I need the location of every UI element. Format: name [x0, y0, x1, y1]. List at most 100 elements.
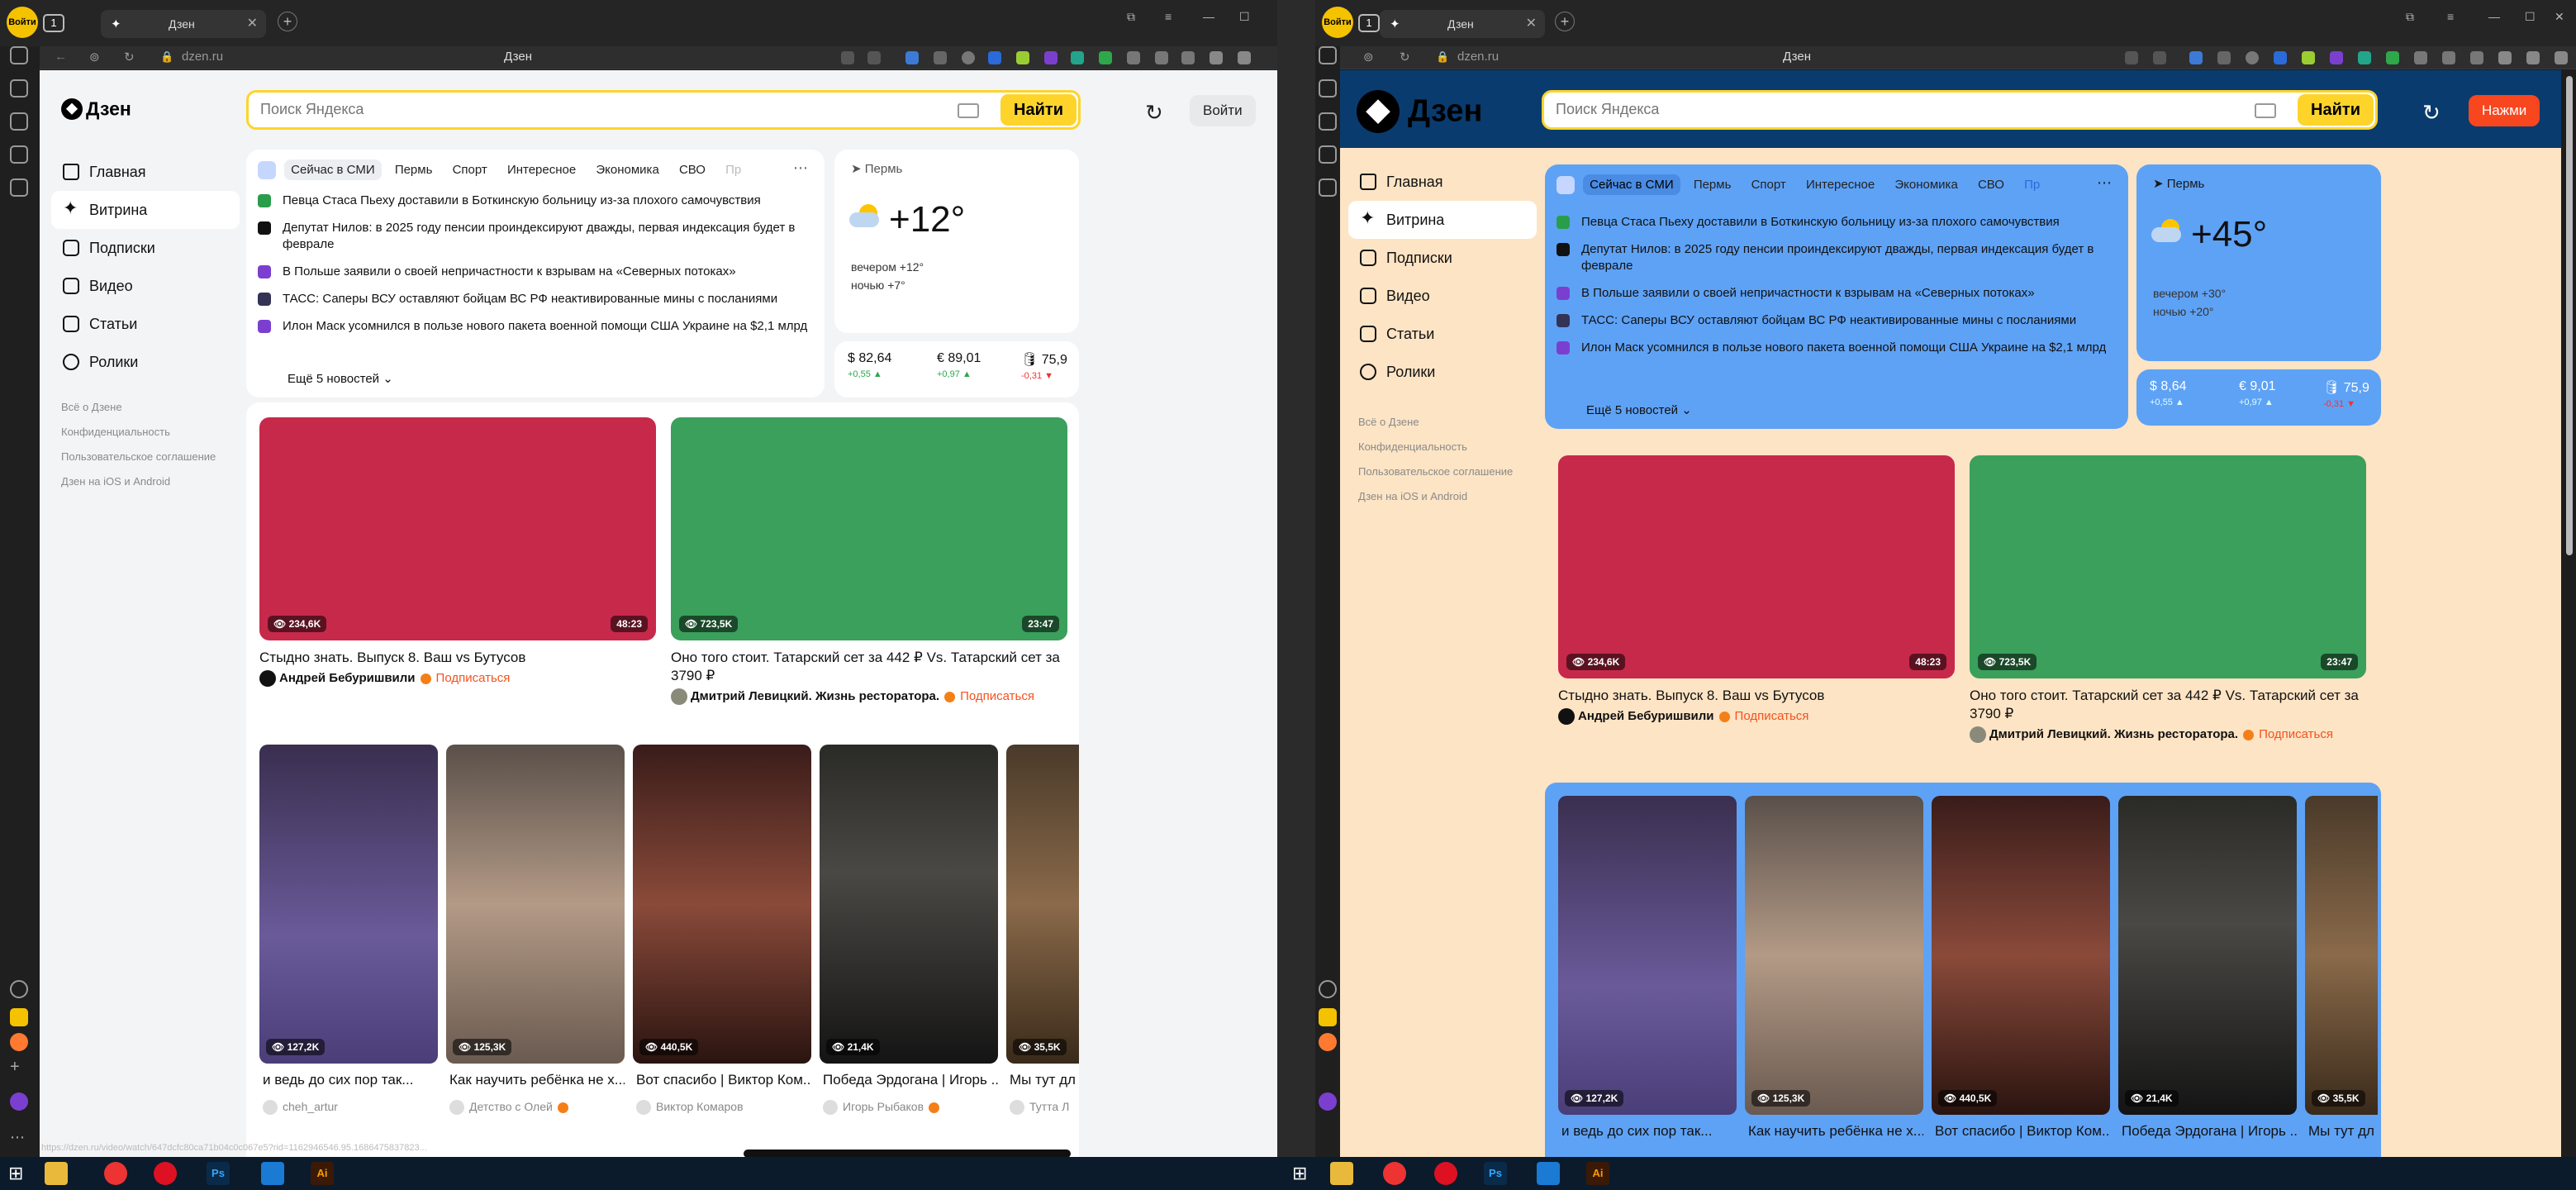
extension-icon[interactable]	[934, 51, 947, 64]
news-item[interactable]: Певца Стаса Пьеху доставили в Боткинскую…	[258, 193, 808, 209]
short-title[interactable]: Вот спасибо | Виктор Ком...	[1935, 1123, 2110, 1140]
reload-icon[interactable]: ↻	[124, 50, 135, 64]
news-item[interactable]: Депутат Нилов: в 2025 году пенсии проинд…	[258, 220, 808, 253]
extension-icon[interactable]	[1238, 51, 1251, 64]
footer-link[interactable]: Всё о Дзене	[1358, 416, 1523, 429]
downloads-icon[interactable]	[1210, 51, 1223, 64]
yandex-profile-button[interactable]: Войти	[7, 7, 38, 38]
short-cover[interactable]: 👁 21,4K	[820, 745, 998, 1064]
short-cover[interactable]: 👁 21,4K	[2118, 796, 2297, 1115]
add-icon[interactable]	[1319, 980, 1337, 998]
alice-icon[interactable]	[1319, 1092, 1337, 1111]
new-tab-button[interactable]: +	[278, 12, 297, 31]
extension-icon[interactable]	[2414, 51, 2427, 64]
search-input[interactable]	[260, 101, 841, 118]
video-cover[interactable]: 👁 234,6K 48:23	[259, 417, 656, 640]
avatar[interactable]	[1970, 726, 1986, 743]
extension-icon[interactable]	[2358, 51, 2371, 64]
footer-link[interactable]: Всё о Дзене	[61, 401, 226, 414]
extension-icon[interactable]	[2217, 51, 2231, 64]
extension-icon[interactable]	[1071, 51, 1084, 64]
file-explorer-icon[interactable]	[45, 1162, 68, 1185]
search-button[interactable]: Найти	[1000, 94, 1077, 126]
rates-widget[interactable]: $ 8,64 +0,55 ▲ € 9,01 +0,97 ▲ 🛢 75,9 -0,31 …	[2136, 369, 2381, 426]
footer-link[interactable]: Конфиденциальность	[1358, 440, 1523, 454]
news-item[interactable]: ТАСС: Саперы ВСУ оставляют бойцам ВС РФ …	[1557, 312, 2112, 329]
extension-icon[interactable]	[2189, 51, 2203, 64]
bookmarks-icon[interactable]: ⧉	[2406, 10, 2414, 24]
new-tab-button[interactable]: +	[1555, 12, 1575, 31]
short-title[interactable]: Как научить ребёнка не х...	[449, 1072, 625, 1088]
url-text[interactable]: dzen.ru	[1457, 50, 1499, 64]
opera-icon[interactable]	[1434, 1162, 1457, 1185]
avatar[interactable]	[1558, 708, 1575, 725]
browser-tab[interactable]: ✦ Дзен ✕	[101, 10, 266, 38]
subscribe-button[interactable]: Подписаться	[960, 689, 1034, 703]
file-explorer-icon[interactable]	[1330, 1162, 1353, 1185]
yandex-browser-icon[interactable]	[104, 1162, 127, 1185]
subscribe-button[interactable]: Подписаться	[1735, 709, 1809, 723]
notes-icon[interactable]	[1319, 178, 1337, 197]
keyboard-icon[interactable]	[958, 103, 979, 118]
globe-icon[interactable]	[2246, 51, 2259, 64]
bookmark-icon[interactable]	[867, 51, 881, 64]
extension-icon[interactable]	[2302, 51, 2315, 64]
extension-icon[interactable]	[2125, 51, 2138, 64]
news-item[interactable]: ТАСС: Саперы ВСУ оставляют бойцам ВС РФ …	[258, 291, 808, 307]
shield-icon[interactable]	[1099, 51, 1112, 64]
news-item[interactable]: Певца Стаса Пьеху доставили в Боткинскую…	[1557, 214, 2112, 231]
nav-showcase[interactable]: ✦ Витрина	[1348, 201, 1537, 239]
nav-home[interactable]: Главная	[1348, 163, 1537, 201]
nav-showcase[interactable]: ✦ Витрина	[51, 191, 240, 229]
short-cover[interactable]: 👁 35,5K	[1006, 745, 1079, 1064]
app-icon[interactable]	[10, 1033, 28, 1051]
close-window-icon[interactable]: ✕	[2555, 10, 2564, 24]
search-input[interactable]	[1556, 101, 2138, 118]
news-tab[interactable]: Пермь	[388, 159, 440, 180]
news-tab[interactable]: Интересное	[1799, 174, 1881, 195]
alice-icon[interactable]	[10, 1092, 28, 1111]
tab-count-button[interactable]: 1	[1358, 14, 1380, 32]
extension-icon[interactable]	[988, 51, 1001, 64]
photoshop-icon[interactable]: Ps	[1484, 1162, 1507, 1185]
start-icon[interactable]: ⊞	[8, 1162, 31, 1185]
scroll-indicator[interactable]	[744, 1150, 1071, 1157]
yandex-browser-icon[interactable]	[1383, 1162, 1406, 1185]
more-news-button[interactable]: Ещё 5 новостей ⌄	[288, 371, 393, 386]
video-card[interactable]: 👁 723,5K 23:47 Оно того стоит. Татарский…	[1970, 455, 2366, 761]
short-cover[interactable]: 👁 127,2K	[1558, 796, 1737, 1115]
subscribe-button[interactable]: Подписаться	[2259, 727, 2333, 741]
minimize-icon[interactable]: —	[1203, 10, 1214, 23]
maximize-icon[interactable]: ☐	[2525, 10, 2536, 24]
extension-icon[interactable]	[2526, 51, 2540, 64]
news-tab[interactable]: СВО	[673, 159, 712, 180]
video-title[interactable]: Оно того стоит. Татарский сет за 442 ₽ V…	[1970, 687, 2366, 723]
news-item[interactable]: Депутат Нилов: в 2025 году пенсии проинд…	[1557, 241, 2112, 274]
news-tab[interactable]: Спорт	[1745, 174, 1793, 195]
news-tab[interactable]: Пермь	[1687, 174, 1738, 195]
weather-widget[interactable]: ➤ Пермь +12° вечером +12° ночью +7°	[834, 150, 1079, 333]
video-card[interactable]: 👁 723,5K 23:47 Оно того стоит. Татарский…	[671, 417, 1067, 723]
extension-icon[interactable]	[1016, 51, 1029, 64]
bookmark-icon[interactable]	[2153, 51, 2166, 64]
video-title[interactable]: Стыдно знать. Выпуск 8. Ваш vs Бутусов	[1558, 687, 1955, 705]
news-tab[interactable]: Сейчас в СМИ	[284, 159, 382, 180]
keyboard-icon[interactable]	[2255, 103, 2276, 118]
news-tab[interactable]: Спорт	[446, 159, 494, 180]
nav-subscriptions[interactable]: Подписки	[1348, 239, 1537, 277]
news-tab[interactable]: СВО	[1971, 174, 2011, 195]
short-title[interactable]: и ведь до сих пор так...	[263, 1072, 438, 1088]
tab-count-button[interactable]: 1	[43, 14, 64, 32]
footer-link[interactable]: Пользовательское соглашение	[61, 450, 226, 464]
short-cover[interactable]: 👁 125,3K	[446, 745, 625, 1064]
bookmarks-icon[interactable]: ⧉	[1127, 10, 1135, 24]
short-cover[interactable]: 👁 35,5K	[2305, 796, 2378, 1115]
login-button[interactable]: Нажми	[2469, 95, 2540, 126]
close-tab-icon[interactable]: ✕	[1526, 15, 1537, 31]
short-cover[interactable]: 👁 125,3K	[1745, 796, 1923, 1115]
news-item[interactable]: В Польше заявили о своей непричастности …	[258, 264, 808, 280]
extension-icon[interactable]	[1044, 51, 1057, 64]
extension-icon[interactable]	[2274, 51, 2287, 64]
notes-icon[interactable]	[10, 178, 28, 197]
more-icon[interactable]: ⋯	[10, 1129, 28, 1147]
